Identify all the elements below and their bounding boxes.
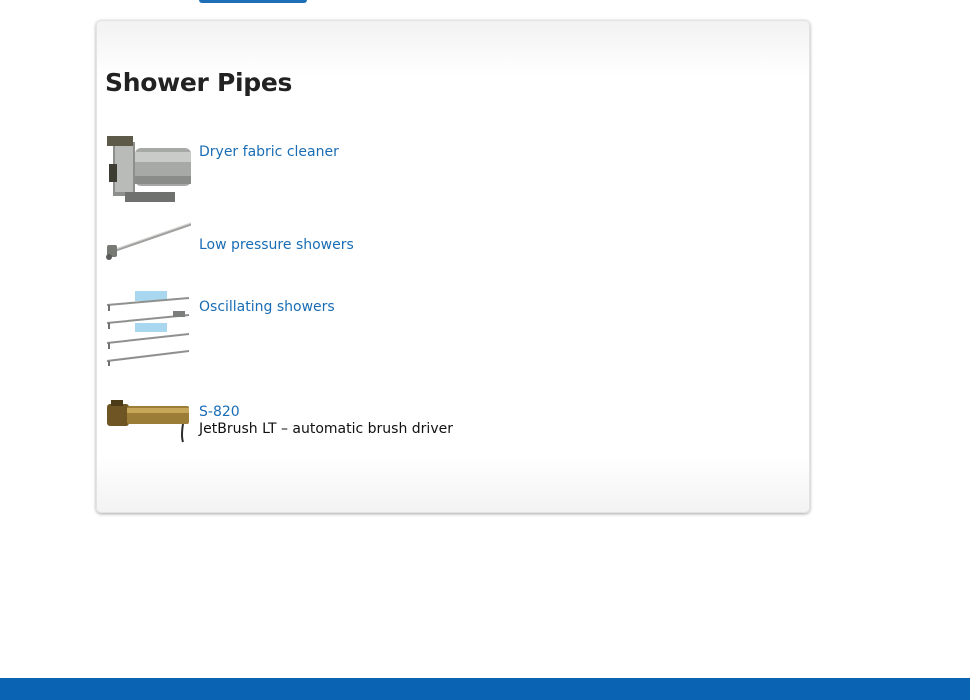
product-link[interactable]: Low pressure showers (199, 237, 354, 254)
footer (0, 678, 970, 700)
list-item: Dryer fabric cleaner (105, 136, 505, 206)
product-link[interactable]: S-820 (199, 404, 453, 421)
list-item: Low pressure showers (105, 221, 505, 267)
header-button[interactable] (199, 0, 307, 3)
page-title: Shower Pipes (105, 68, 293, 97)
product-link[interactable]: Dryer fabric cleaner (199, 144, 339, 161)
oscillating-showers-image[interactable] (105, 289, 191, 367)
jetbrush-image[interactable] (105, 396, 191, 444)
list-item: Oscillating showers (105, 289, 505, 369)
product-description: JetBrush LT – automatic brush driver (199, 421, 453, 437)
low-pressure-shower-image[interactable] (105, 221, 191, 265)
dryer-fabric-cleaner-image[interactable] (105, 136, 191, 204)
list-item: S-820 JetBrush LT – automatic brush driv… (105, 396, 505, 446)
product-link[interactable]: Oscillating showers (199, 299, 335, 316)
shower-pipes-panel: Shower Pipes Dryer fabric cleaner Low pr… (96, 20, 810, 513)
